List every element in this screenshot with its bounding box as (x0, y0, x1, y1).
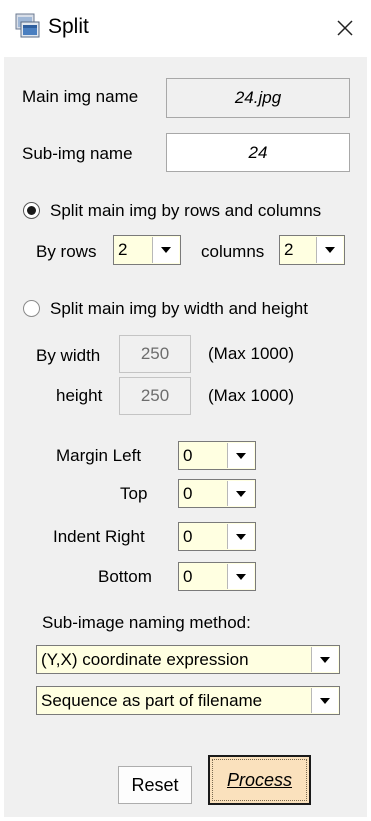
width-max-label: (Max 1000) (208, 344, 294, 363)
columns-label: columns (201, 242, 265, 261)
naming-method-label: Sub-image naming method: (42, 613, 251, 632)
main-img-field: 24.jpg (166, 78, 350, 118)
margin-top-value: 0 (183, 483, 193, 503)
indent-right-label: Indent Right (53, 527, 145, 546)
margin-left-dropdown[interactable]: 0 (178, 441, 256, 470)
indent-right-value: 0 (183, 526, 193, 546)
title-bar: Split (0, 0, 371, 57)
columns-value: 2 (284, 240, 294, 259)
app-icon (14, 13, 40, 39)
window-title: Split (48, 15, 89, 38)
margin-bottom-dropdown[interactable]: 0 (178, 562, 256, 591)
height-input[interactable]: 250 (119, 377, 191, 415)
chevron-down-icon (227, 524, 254, 549)
height-label: height (56, 386, 103, 405)
chevron-down-icon (316, 237, 343, 263)
margin-top-label: Top (120, 484, 148, 503)
rows-columns-label: Split main img by rows and columns (50, 201, 322, 220)
chevron-down-icon (227, 564, 254, 589)
process-button[interactable]: Process (208, 755, 311, 805)
sequence-value: Sequence as part of filename (41, 690, 263, 710)
naming-method-value: (Y,X) coordinate expression (41, 649, 249, 669)
main-img-label: Main img name (22, 87, 139, 106)
margin-top-dropdown[interactable]: 0 (178, 479, 256, 508)
close-icon[interactable] (332, 15, 358, 41)
width-input[interactable]: 250 (119, 335, 191, 373)
indent-right-dropdown[interactable]: 0 (178, 522, 256, 551)
width-label: By width (36, 346, 101, 365)
chevron-down-icon (311, 688, 338, 713)
rows-columns-radio[interactable] (23, 202, 40, 219)
chevron-down-icon (227, 443, 254, 468)
naming-method-dropdown[interactable]: (Y,X) coordinate expression (36, 645, 340, 674)
rows-dropdown[interactable]: 2 (113, 235, 181, 265)
chevron-down-icon (227, 481, 254, 506)
chevron-down-icon (152, 237, 179, 263)
rows-value: 2 (118, 240, 128, 259)
rows-label: By rows (36, 242, 97, 261)
height-max-label: (Max 1000) (208, 386, 294, 405)
reset-button[interactable]: Reset (118, 766, 192, 804)
width-height-radio[interactable] (23, 300, 40, 317)
margin-left-label: Margin Left (56, 446, 142, 465)
margin-bottom-value: 0 (183, 566, 193, 586)
chevron-down-icon (311, 647, 338, 672)
sub-img-input[interactable]: 24 (166, 133, 350, 172)
width-height-label: Split main img by width and height (50, 299, 308, 318)
columns-dropdown[interactable]: 2 (279, 235, 345, 265)
margin-bottom-label: Bottom (98, 567, 152, 586)
sub-img-label: Sub-img name (22, 144, 133, 163)
margin-left-value: 0 (183, 445, 193, 465)
sequence-dropdown[interactable]: Sequence as part of filename (36, 686, 340, 715)
